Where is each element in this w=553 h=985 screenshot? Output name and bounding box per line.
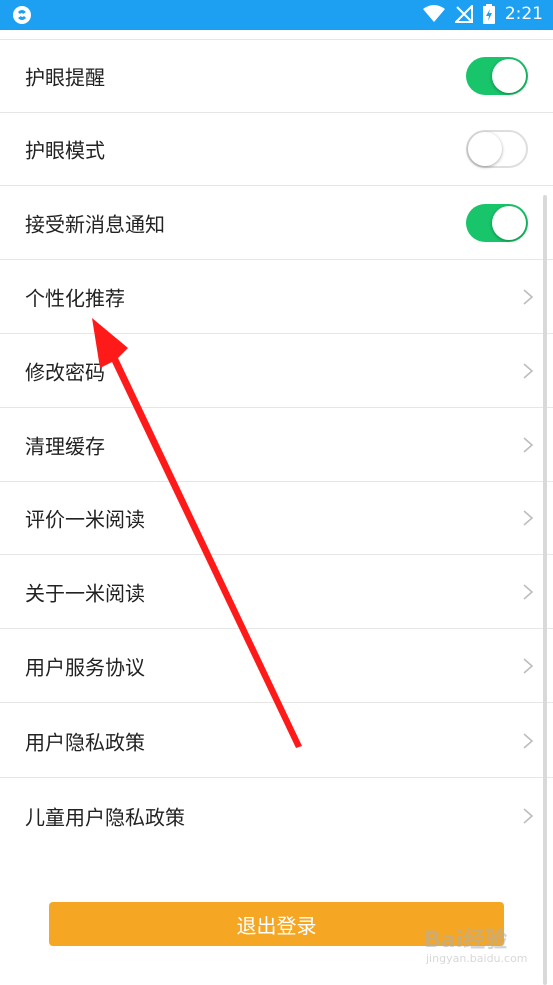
setting-row-personalized-recommend[interactable]: 个性化推荐 [0, 261, 553, 334]
notifications-toggle[interactable] [466, 204, 528, 242]
setting-label: 护眼提醒 [25, 65, 105, 90]
setting-label: 修改密码 [25, 360, 105, 385]
setting-row-eye-reminder[interactable]: 护眼提醒 [0, 40, 553, 113]
setting-row-notifications[interactable]: 接受新消息通知 [0, 187, 553, 260]
wifi-icon [422, 5, 445, 22]
setting-row-eye-mode[interactable]: 护眼模式 [0, 113, 553, 186]
setting-row-rate-app[interactable]: 评价一米阅读 [0, 482, 553, 555]
setting-label: 用户服务协议 [25, 655, 145, 680]
toggle-knob [492, 206, 526, 240]
no-signal-icon [454, 5, 473, 23]
setting-label: 关于一米阅读 [25, 581, 145, 606]
watermark: Bai经验 jingyan.baidu.com [420, 918, 545, 973]
toggle-knob [468, 132, 502, 166]
eye-mode-toggle[interactable] [466, 130, 528, 168]
setting-row-child-privacy-policy[interactable]: 儿童用户隐私政策 [0, 779, 553, 852]
setting-label: 接受新消息通知 [25, 212, 165, 237]
eye-reminder-toggle[interactable] [466, 57, 528, 95]
chevron-right-icon [523, 733, 534, 749]
chevron-right-icon [523, 289, 534, 305]
setting-label: 清理缓存 [25, 434, 105, 459]
status-bar: 2:21 [0, 0, 553, 30]
setting-row-clear-cache[interactable]: 清理缓存 [0, 409, 553, 482]
setting-row-privacy-policy[interactable]: 用户隐私政策 [0, 705, 553, 778]
setting-row-service-agreement[interactable]: 用户服务协议 [0, 630, 553, 703]
chevron-right-icon [523, 510, 534, 526]
status-icons: 2:21 [422, 4, 543, 24]
list-top-divider [0, 30, 553, 40]
chevron-right-icon [523, 658, 534, 674]
setting-label: 儿童用户隐私政策 [25, 805, 185, 829]
watermark-text: Bai经验 [424, 928, 508, 953]
setting-label: 护眼模式 [25, 138, 105, 163]
toggle-knob [492, 59, 526, 93]
chevron-right-icon [523, 437, 534, 453]
watermark-subtext: jingyan.baidu.com [426, 952, 528, 965]
setting-row-change-password[interactable]: 修改密码 [0, 335, 553, 408]
chevron-right-icon [523, 363, 534, 379]
setting-row-about[interactable]: 关于一米阅读 [0, 556, 553, 629]
scrollbar[interactable] [543, 195, 547, 985]
setting-label: 用户隐私政策 [25, 730, 145, 755]
setting-label: 个性化推荐 [25, 286, 125, 311]
status-time: 2:21 [504, 4, 543, 24]
chevron-right-icon [523, 807, 534, 824]
battery-charging-icon [482, 4, 495, 24]
chevron-right-icon [523, 584, 534, 600]
setting-label: 评价一米阅读 [25, 507, 145, 532]
app-logo-icon [13, 6, 31, 24]
